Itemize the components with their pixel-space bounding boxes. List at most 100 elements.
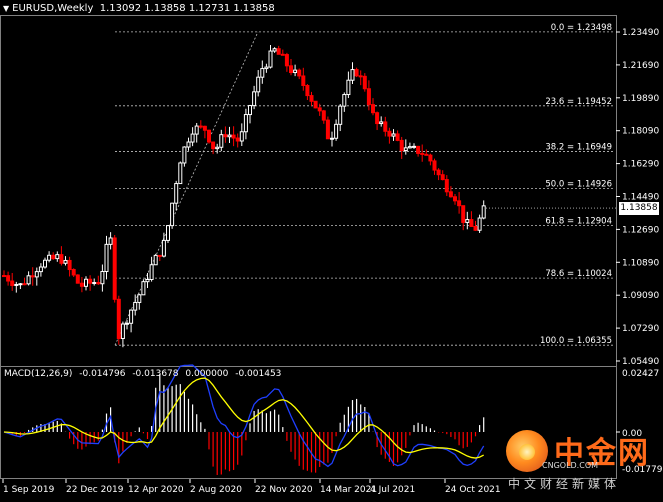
dropdown-arrow-icon[interactable]: ▼ xyxy=(3,4,9,13)
ohlc-open: 1.13092 xyxy=(99,3,142,14)
candle-bearish xyxy=(112,237,117,300)
candle-bullish xyxy=(465,219,470,223)
fib-level-label: 0.0 = 1.23498 xyxy=(551,23,612,33)
macd-value-hist: -0.001453 xyxy=(235,369,282,379)
price-axis-label: 1.19890 xyxy=(622,94,659,104)
logo-tagline: 中文财经新媒体 xyxy=(508,477,621,491)
candle-bullish xyxy=(92,282,97,285)
candle-bullish xyxy=(264,66,269,70)
candle-bearish xyxy=(436,169,441,176)
chart-canvas[interactable]: 1.23490 1.21690 1.19890 1.18090 1.16290 1.144… xyxy=(0,0,663,502)
macd-axis-label-top: 0.02427 xyxy=(622,369,659,379)
fib-level-label: 23.6 = 1.19452 xyxy=(545,97,612,107)
candle-bullish xyxy=(379,121,384,125)
candle-bullish xyxy=(412,145,416,148)
candle-bullish xyxy=(194,125,199,135)
candle-bullish xyxy=(137,294,142,303)
candle-bullish xyxy=(141,281,146,296)
macd-header: MACD(12,26,9) -0.014796 -0.013678 0.0000… xyxy=(4,369,285,379)
candle-bullish xyxy=(293,69,298,74)
candle-bearish xyxy=(202,125,207,131)
candle-bearish xyxy=(317,107,322,112)
candle-bullish xyxy=(334,123,339,139)
candle-bullish xyxy=(342,94,347,107)
candle-bearish xyxy=(305,84,310,97)
candle-bearish xyxy=(30,275,35,278)
candle-bullish xyxy=(120,323,125,339)
candle-bearish xyxy=(67,259,72,271)
time-axis-label: 14 Mar 2021 xyxy=(320,485,377,495)
candle-bullish xyxy=(108,237,113,245)
candle-bullish xyxy=(26,275,31,285)
candle-bullish xyxy=(477,217,482,231)
fib-level-label: 38.2 = 1.16949 xyxy=(545,143,612,153)
price-axis-label: 1.07290 xyxy=(622,324,659,334)
candle-bearish xyxy=(116,298,121,339)
candle-bearish xyxy=(432,160,437,171)
macd-value-zero: 0.000000 xyxy=(185,369,229,379)
candle-bullish xyxy=(55,254,60,260)
candle-bearish xyxy=(461,205,466,223)
price-pane-border xyxy=(0,15,617,367)
candle-bearish xyxy=(453,196,457,202)
ohlc-high: 1.13858 xyxy=(144,3,186,14)
chart-window[interactable]: 1.23490 1.21690 1.19890 1.18090 1.16290 1.144… xyxy=(0,0,663,502)
candle-bearish xyxy=(395,133,400,141)
candle-bullish xyxy=(153,254,158,266)
candle-bullish xyxy=(239,131,244,142)
candle-bearish xyxy=(371,104,375,114)
candle-bullish xyxy=(34,271,39,278)
candle-bearish xyxy=(297,69,302,77)
logo-url: CNGOLD.COM xyxy=(542,461,599,470)
candle-bearish xyxy=(96,282,101,285)
candle-bearish xyxy=(457,200,462,207)
candle-bearish xyxy=(448,191,453,198)
candle-bearish xyxy=(383,121,388,132)
time-axis-label: 22 Nov 2020 xyxy=(255,485,313,495)
candle-bearish xyxy=(362,75,367,90)
time-axis-label: 1 Sep 2019 xyxy=(3,485,55,495)
fib-level-label: 50.0 = 1.14926 xyxy=(545,180,612,190)
candle-bullish xyxy=(215,146,220,150)
candle-bullish xyxy=(330,137,334,140)
candle-bullish xyxy=(145,279,150,283)
candle-bearish xyxy=(2,275,6,278)
candle-bearish xyxy=(276,48,281,55)
current-price-tag: 1.13858 xyxy=(619,202,659,215)
candle-bullish xyxy=(129,309,134,324)
candle-bearish xyxy=(284,54,289,67)
candle-bullish xyxy=(170,202,175,227)
price-axis-label: 1.10890 xyxy=(622,258,659,268)
candle-bullish xyxy=(84,278,88,287)
macd-value-main: -0.014796 xyxy=(79,369,126,379)
candle-bullish xyxy=(18,283,23,286)
fib-level-label: 78.6 = 1.10024 xyxy=(545,269,612,279)
candle-bullish xyxy=(338,105,343,125)
candle-bearish xyxy=(71,269,76,276)
macd-value-signal: -0.013678 xyxy=(132,369,179,379)
candle-bullish xyxy=(149,264,154,281)
candle-bullish xyxy=(272,48,277,52)
macd-main-line xyxy=(3,364,485,468)
candle-bearish xyxy=(223,134,228,138)
candle-bearish xyxy=(440,174,445,181)
ohlc-close: 1.13858 xyxy=(233,3,275,14)
candle-bearish xyxy=(10,280,15,286)
candle-bearish xyxy=(280,53,285,56)
candle-bullish xyxy=(63,259,68,264)
candle-bearish xyxy=(444,179,449,193)
candle-bearish xyxy=(235,137,240,142)
candle-bearish xyxy=(399,139,404,152)
candle-bullish xyxy=(166,225,170,241)
time-axis-label: 22 Dec 2019 xyxy=(66,485,124,495)
candle-bullish xyxy=(219,134,224,148)
candle-bullish xyxy=(481,205,486,219)
candle-bullish xyxy=(38,266,43,273)
candle-bearish xyxy=(51,254,56,260)
candle-bearish xyxy=(231,134,236,139)
candle-bearish xyxy=(75,274,80,284)
candle-bearish xyxy=(325,119,330,140)
candle-bullish xyxy=(252,91,257,107)
candle-bullish xyxy=(268,50,273,68)
candle-bullish xyxy=(407,146,412,149)
